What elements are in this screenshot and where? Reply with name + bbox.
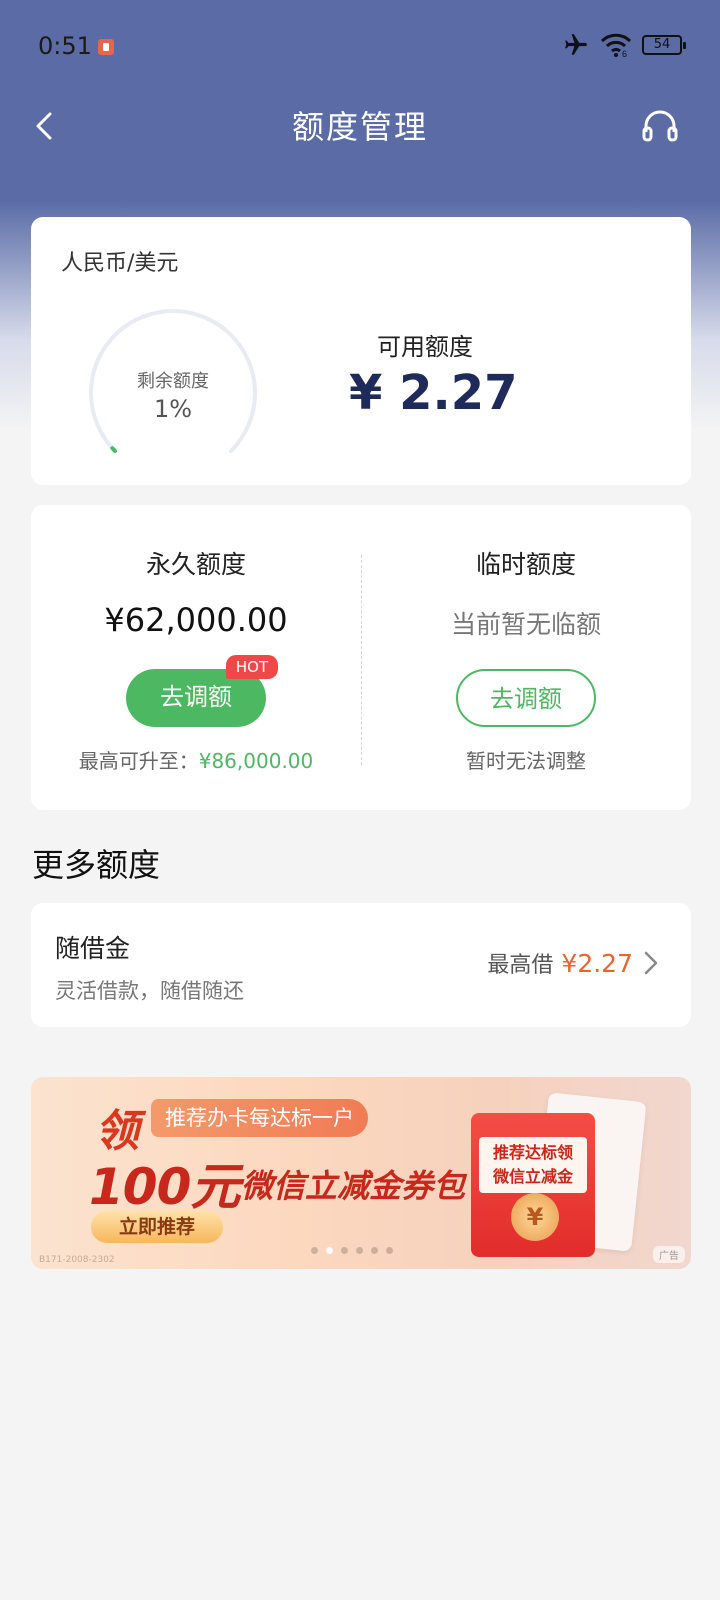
airplane-icon	[565, 34, 587, 55]
chevron-right-icon	[644, 951, 658, 975]
temporary-limit-title: 临时额度	[475, 550, 576, 579]
limits-card: 永久额度 ¥62,000.00 去调额 HOT 最高可升至：¥86,000.00…	[31, 505, 691, 810]
permanent-limit-column: 永久额度 ¥62,000.00 去调额 HOT 最高可升至：¥86,000.00	[31, 505, 361, 810]
quota-card: 人民币/美元 剩余额度 1% 可用额度 ¥ 2.27	[31, 217, 691, 485]
status-time: 0:51	[38, 32, 92, 60]
page-title: 额度管理	[291, 108, 428, 146]
red-envelope-illustration: 推荐达标领 微信立减金 ¥	[471, 1092, 647, 1257]
max-note-prefix: 最高可升至：	[78, 749, 199, 773]
coin-icon: ¥	[511, 1193, 559, 1241]
permanent-limit-title: 永久额度	[145, 550, 246, 579]
temporary-note: 暂时无法调整	[466, 749, 586, 773]
nav-bar: 额度管理	[0, 94, 720, 158]
ad-tag: 广告	[653, 1246, 685, 1263]
gauge-fill	[110, 446, 118, 453]
carousel-dot[interactable]	[371, 1247, 378, 1254]
max-note-value: ¥86,000.00	[198, 749, 314, 773]
available-quota-label: 可用额度	[377, 333, 473, 361]
carousel-dot[interactable]	[311, 1247, 318, 1254]
battery-icon: 54	[642, 35, 686, 55]
gauge-label: 剩余额度	[137, 371, 209, 392]
temporary-limit-column: 临时额度 当前暂无临额 去调额 暂时无法调整	[361, 505, 691, 810]
temporary-limit-status: 当前暂无临额	[450, 610, 601, 639]
banner-pill: 推荐办卡每达标一户	[151, 1099, 368, 1137]
headset-icon[interactable]	[640, 106, 680, 146]
banner-subtitle: 微信立减金券包	[241, 1167, 466, 1205]
carousel-dots	[311, 1247, 393, 1254]
borrow-item[interactable]: 随借金 灵活借款，随借随还 最高借 ¥2.27	[31, 903, 691, 1027]
status-bar: 0:51 6 54	[0, 0, 720, 94]
permanent-limit-amount: ¥62,000.00	[104, 601, 288, 639]
ad-code: B171-2008-2302	[39, 1255, 115, 1265]
carousel-dot[interactable]	[341, 1247, 348, 1254]
status-icons: 6 54	[562, 32, 686, 58]
borrow-max: 最高借 ¥2.27	[487, 947, 661, 979]
borrow-subtitle: 灵活借款，随借随还	[55, 979, 244, 1003]
adjust-temporary-button[interactable]: 去调额	[456, 669, 596, 727]
svg-text:6: 6	[622, 49, 627, 58]
currency-label: 人民币/美元	[61, 251, 179, 276]
carousel-dot[interactable]	[356, 1247, 363, 1254]
envelope-text-1: 推荐达标领	[492, 1143, 573, 1162]
recommend-now-button[interactable]: 立即推荐	[91, 1211, 223, 1243]
carousel-dot[interactable]	[386, 1247, 393, 1254]
more-quota-title: 更多额度	[32, 846, 161, 884]
gauge-value: 1%	[153, 395, 193, 423]
borrow-title: 随借金	[55, 934, 131, 963]
envelope-body: 推荐达标领 微信立减金 ¥	[471, 1113, 595, 1257]
borrow-max-label: 最高借	[487, 953, 554, 978]
permanent-max-note: 最高可升至：¥86,000.00	[31, 745, 361, 774]
wifi-icon: 6	[600, 33, 632, 58]
envelope-text-2: 微信立减金	[492, 1167, 573, 1186]
hot-badge: HOT	[226, 655, 278, 679]
carousel-dot[interactable]	[326, 1247, 333, 1254]
envelope-paper: 推荐达标领 微信立减金	[479, 1137, 587, 1193]
promo-banner[interactable]: 领 推荐办卡每达标一户 100元 微信立减金券包 立即推荐 推荐达标领 微信立减…	[31, 1077, 691, 1269]
record-icon	[98, 39, 114, 55]
banner-amount: 100元	[89, 1158, 240, 1216]
available-quota-value: ¥ 2.27	[349, 365, 518, 421]
borrow-max-value: ¥2.27	[561, 948, 633, 978]
